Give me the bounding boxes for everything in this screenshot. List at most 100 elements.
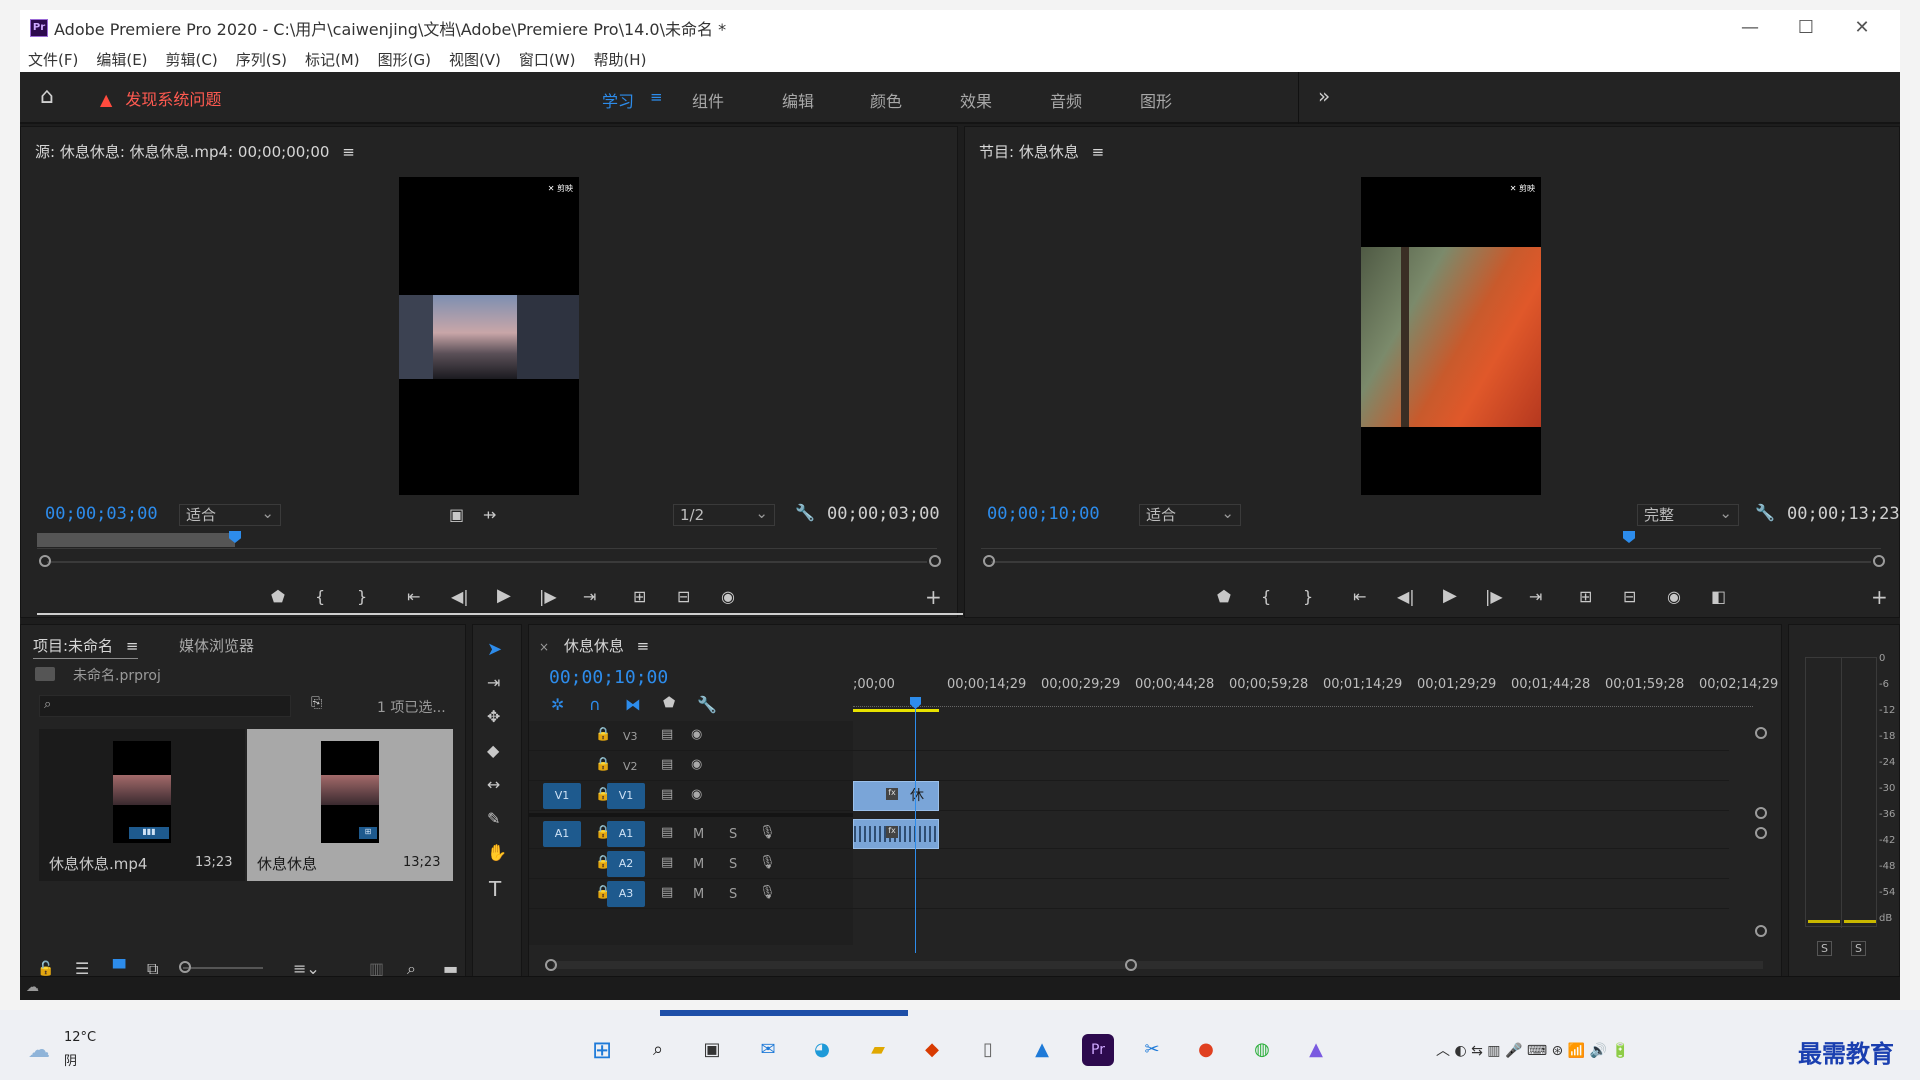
minimize-button[interactable]: — (1722, 14, 1778, 42)
photos-icon[interactable]: ▲ (1026, 1034, 1058, 1066)
play-icon[interactable]: ▶ (497, 585, 511, 606)
scroll-handle-right[interactable] (1125, 959, 1137, 971)
mark-out-icon[interactable]: } (357, 587, 367, 606)
weather-icon[interactable]: ☁ (28, 1038, 50, 1063)
snap-icon[interactable]: ∩ (589, 695, 601, 714)
tab-assembly[interactable]: 组件 (692, 88, 724, 112)
mark-out-icon[interactable]: } (1303, 587, 1313, 606)
lock-icon[interactable]: 🔒 (595, 727, 611, 742)
track-target-a1[interactable]: A1 (607, 821, 645, 847)
tab-audio[interactable]: 音频 (1050, 88, 1082, 112)
menu-graphics[interactable]: 图形(G) (378, 49, 431, 70)
audio-clip[interactable]: fx (853, 819, 939, 849)
source-fit-select[interactable]: 适合 (179, 503, 281, 526)
track-target-v1[interactable]: V1 (607, 783, 645, 809)
tab-media-browser[interactable]: 媒体浏览器 (179, 635, 254, 656)
premiere-taskbar-icon[interactable]: Pr (1082, 1034, 1114, 1066)
mute-button[interactable]: M (693, 887, 704, 902)
menu-clip[interactable]: 剪辑(C) (166, 49, 218, 70)
menu-file[interactable]: 文件(F) (28, 49, 78, 70)
mark-in-icon[interactable]: { (1261, 587, 1271, 606)
track-select-tool-icon[interactable]: ⇥ (487, 673, 500, 692)
sync-lock-icon[interactable]: ▤ (661, 855, 673, 870)
add-marker-icon[interactable]: ⬟ (663, 695, 675, 711)
step-back-icon[interactable]: ◀| (1397, 587, 1415, 606)
mute-button[interactable]: M (693, 827, 704, 842)
source-time-ruler[interactable] (37, 531, 937, 549)
scroll-handle[interactable] (1755, 807, 1767, 819)
wrench-icon[interactable]: 🔧 (795, 503, 815, 522)
tab-graphics[interactable]: 图形 (1140, 88, 1172, 112)
task-view-icon[interactable]: ▣ (696, 1034, 728, 1066)
extract-icon[interactable]: ⊟ (1623, 587, 1636, 606)
home-icon[interactable]: ⌂ (40, 84, 54, 109)
sync-lock-icon[interactable]: ▤ (661, 727, 673, 742)
drag-video-icon[interactable]: ⇸ (483, 505, 496, 524)
track-target-a3[interactable]: A3 (607, 881, 645, 907)
weather-temp[interactable]: 12°C (64, 1030, 96, 1045)
program-time-ruler[interactable] (981, 531, 1881, 549)
settings-icon[interactable]: ▣ (449, 505, 464, 524)
solo-button[interactable]: S (729, 827, 737, 842)
button-editor-icon[interactable]: + (1871, 585, 1888, 609)
wechat-icon[interactable]: ◍ (1246, 1034, 1278, 1066)
zoom-handle-right[interactable] (929, 555, 941, 567)
ripple-edit-tool-icon[interactable]: ✥ (487, 707, 500, 726)
menu-sequence[interactable]: 序列(S) (236, 49, 287, 70)
lock-icon[interactable]: 🔒 (595, 757, 611, 772)
microphone-icon[interactable]: 🎙 (759, 855, 776, 870)
eye-icon[interactable]: ◉ (691, 727, 702, 742)
scroll-handle[interactable] (1755, 727, 1767, 739)
close-tab-icon[interactable]: × (539, 640, 549, 654)
mail-icon[interactable]: ✉ (752, 1034, 784, 1066)
windows-start-icon[interactable]: ⊞ (586, 1034, 618, 1066)
source-timecode[interactable]: 00;00;03;00 (45, 504, 158, 524)
timeline-playhead[interactable] (915, 697, 916, 953)
source-monitor-title[interactable]: 源: 休息休息: 休息休息.mp4: 00;00;00;00 ≡ (35, 141, 355, 162)
add-marker-icon[interactable]: ⬟ (271, 587, 285, 606)
menu-help[interactable]: 帮助(H) (593, 49, 646, 70)
add-marker-icon[interactable]: ⬟ (1217, 587, 1231, 606)
play-icon[interactable]: ▶ (1443, 585, 1457, 606)
edge-icon[interactable]: ◕ (806, 1034, 838, 1066)
document-icon[interactable]: ▯ (972, 1034, 1004, 1066)
tab-project[interactable]: 项目:未命名 ≡ (33, 635, 139, 659)
sync-lock-icon[interactable]: ▤ (661, 757, 673, 772)
slip-tool-icon[interactable]: ↔ (487, 775, 500, 794)
menu-view[interactable]: 视图(V) (449, 49, 501, 70)
go-to-in-icon[interactable]: ⇤ (1353, 587, 1366, 606)
export-frame-icon[interactable]: ◉ (1667, 587, 1681, 606)
panel-menu-icon[interactable]: ≡ (126, 637, 139, 655)
zoom-slider[interactable] (183, 967, 263, 969)
go-to-in-icon[interactable]: ⇤ (407, 587, 420, 606)
office-icon[interactable]: ◆ (916, 1034, 948, 1066)
zoom-handle-left[interactable] (983, 555, 995, 567)
sync-lock-icon[interactable]: ▤ (661, 825, 673, 840)
source-zoom-bar[interactable] (47, 561, 927, 563)
comparison-view-icon[interactable]: ◧ (1711, 587, 1726, 606)
project-search-input[interactable]: ⌕ (39, 695, 291, 717)
overwrite-icon[interactable]: ⊟ (677, 587, 690, 606)
wrench-icon[interactable]: 🔧 (1755, 503, 1775, 522)
program-timecode[interactable]: 00;00;10;00 (987, 504, 1100, 524)
weather-desc[interactable]: 阴 (64, 1050, 77, 1069)
workspace-menu-icon[interactable]: ≡ (650, 88, 663, 106)
scroll-handle-left[interactable] (545, 959, 557, 971)
horizontal-scrollbar[interactable] (553, 961, 1763, 969)
sync-lock-icon[interactable]: ▤ (661, 885, 673, 900)
eye-icon[interactable]: ◉ (691, 757, 702, 772)
panel-menu-icon[interactable]: ≡ (1092, 143, 1105, 161)
maximize-button[interactable]: ☐ (1778, 14, 1834, 42)
timeline-playhead-handle[interactable] (910, 697, 921, 709)
track-target-a2[interactable]: A2 (607, 851, 645, 877)
zoom-handle-right[interactable] (1873, 555, 1885, 567)
timeline-settings-icon[interactable]: 🔧 (697, 695, 717, 714)
go-to-out-icon[interactable]: ⇥ (583, 587, 596, 606)
solo-button[interactable]: S (729, 857, 737, 872)
tab-editing[interactable]: 编辑 (782, 88, 814, 112)
insert-icon[interactable]: ⊞ (633, 587, 646, 606)
app-icon[interactable]: ● (1190, 1034, 1222, 1066)
menu-window[interactable]: 窗口(W) (519, 49, 576, 70)
type-tool-icon[interactable]: T (489, 877, 501, 901)
scroll-handle[interactable] (1755, 827, 1767, 839)
